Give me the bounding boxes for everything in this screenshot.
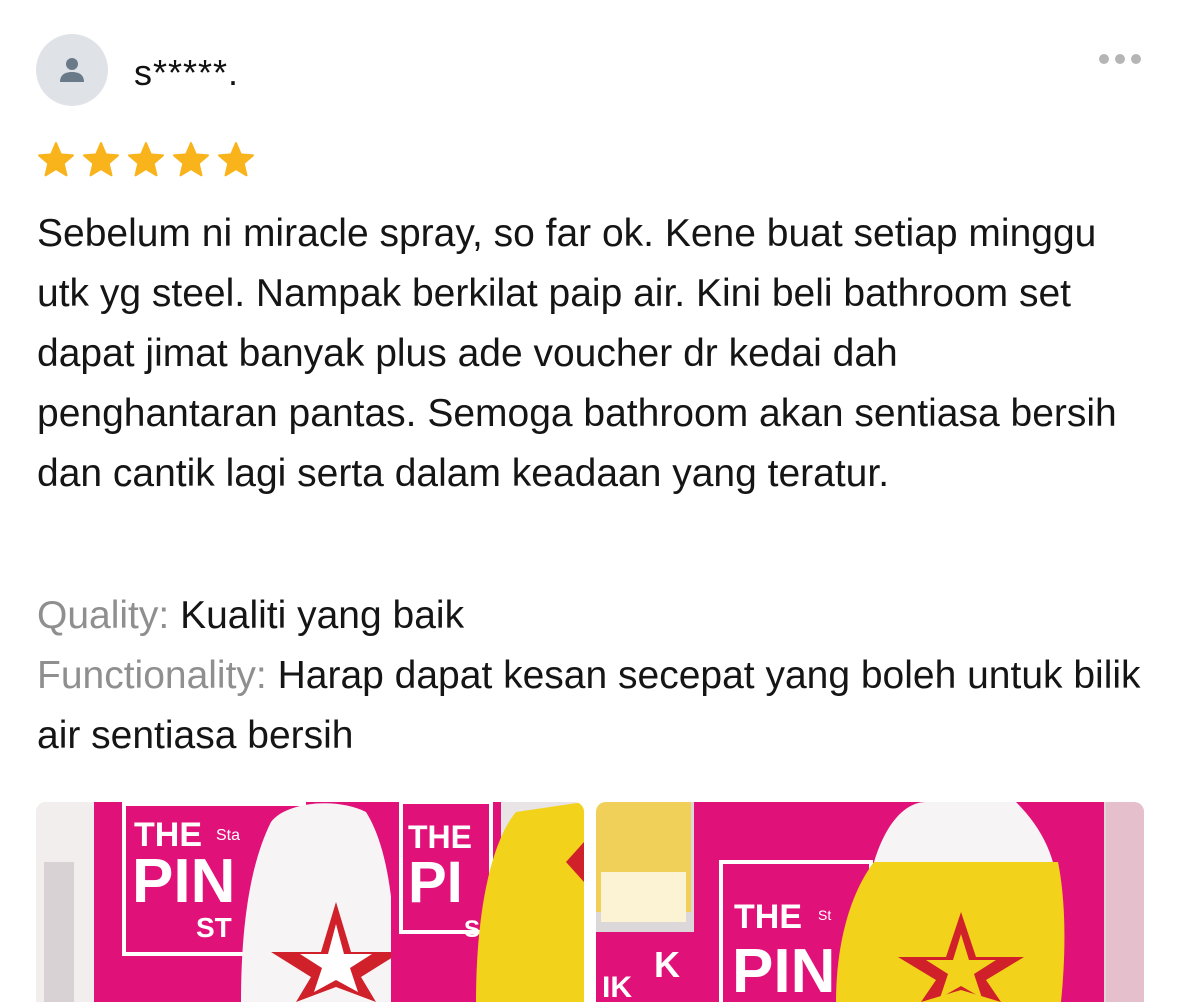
attribute-quality: Quality: Kualiti yang baik: [37, 586, 1147, 646]
review-photo-2[interactable]: K IK THE St PIN: [596, 802, 1144, 1002]
star-icon: [218, 142, 254, 177]
star-icon: [38, 142, 74, 177]
reviewer-name: s*****.: [134, 52, 240, 93]
product-text: S: [464, 916, 480, 943]
star-icon: [173, 142, 209, 177]
star-icon: [128, 142, 164, 177]
more-options-icon[interactable]: [1095, 50, 1145, 68]
star-icon: [83, 142, 119, 177]
product-text: PIN: [132, 847, 235, 916]
attribute-value: Kualiti yang baik: [180, 594, 465, 637]
product-text: IK: [602, 971, 632, 1002]
product-text: Sta: [216, 827, 240, 844]
attribute-label: Functionality:: [37, 654, 267, 697]
product-text: THE: [734, 898, 802, 936]
review-text: Sebelum ni miracle spray, so far ok. Ken…: [37, 212, 1117, 495]
review-photo-1[interactable]: THE Sta PIN ST THE PI S: [36, 802, 584, 1002]
review-attributes: Quality: Kualiti yang baik Functionality…: [37, 586, 1147, 766]
person-icon: [60, 58, 84, 82]
attribute-label: Quality:: [37, 594, 170, 637]
attribute-functionality: Functionality: Harap dapat kesan secepat…: [37, 646, 1147, 766]
product-text: ST: [196, 912, 232, 943]
product-text: St: [818, 907, 831, 923]
review-photos: THE Sta PIN ST THE PI S K IK THE St PIN: [36, 802, 1144, 1002]
product-text: PIN: [732, 937, 835, 1002]
avatar[interactable]: [36, 34, 108, 106]
review-header: s*****.: [36, 34, 239, 106]
star-rating: [36, 140, 256, 180]
product-text: K: [654, 944, 680, 985]
product-text: PI: [408, 850, 463, 915]
